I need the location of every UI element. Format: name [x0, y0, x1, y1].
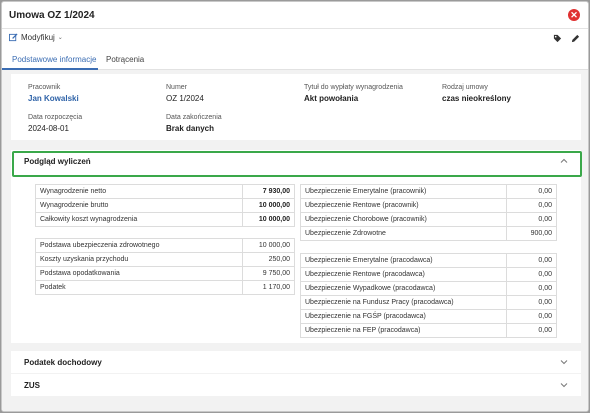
row-label: Ubezpieczenie na FEP (pracodawca): [300, 323, 507, 338]
table-row: Ubezpieczenie Chorobowe (pracownik) 0,00: [300, 212, 557, 227]
income-tax-section[interactable]: Podatek dochodowy: [11, 351, 581, 373]
table-row: Koszty uzyskania przychodu 250,00: [35, 252, 295, 267]
table-row: Wynagrodzenie brutto 10 000,00: [35, 198, 295, 213]
employee-label: Pracownik: [28, 84, 61, 91]
row-value: 9 750,00: [242, 266, 295, 281]
row-value: 1 170,00: [242, 280, 295, 295]
end-date-value: Brak danych: [166, 124, 215, 133]
row-label: Ubezpieczenie Zdrowotne: [300, 226, 507, 241]
tax-base-table: Podstawa ubezpieczenia zdrowotnego 10 00…: [35, 238, 295, 295]
row-label: Ubezpieczenie Wypadkowe (pracodawca): [300, 281, 507, 296]
employee-link[interactable]: Jan Kowalski: [28, 94, 79, 103]
chevron-down-icon: ⌄: [57, 35, 63, 41]
window-title: Umowa OZ 1/2024: [9, 10, 95, 21]
table-row: Ubezpieczenie na Fundusz Pracy (pracodaw…: [300, 295, 557, 310]
table-row: Ubezpieczenie Rentowe (pracownik) 0,00: [300, 198, 557, 213]
end-date-label: Data zakończenia: [166, 114, 222, 121]
number-label: Numer: [166, 84, 188, 91]
row-value: 0,00: [506, 295, 557, 310]
row-label: Całkowity koszt wynagrodzenia: [35, 212, 243, 227]
employee-contributions-table: Ubezpieczenie Emerytalne (pracownik) 0,0…: [300, 184, 557, 241]
tab-basic-info[interactable]: Podstawowe informacje: [12, 55, 96, 64]
salary-summary-table: Wynagrodzenie netto 7 930,00 Wynagrodzen…: [35, 184, 295, 227]
row-value: 250,00: [242, 252, 295, 267]
start-date-value: 2024-08-01: [28, 124, 69, 133]
contract-type-field: Rodzaj umowy czas nieokreślony: [442, 84, 511, 103]
table-row: Ubezpieczenie Emerytalne (pracodawca) 0,…: [300, 253, 557, 268]
employer-contributions-table: Ubezpieczenie Emerytalne (pracodawca) 0,…: [300, 253, 557, 338]
row-value: 0,00: [506, 184, 557, 199]
contract-info-card: Pracownik Jan Kowalski Numer OZ 1/2024 T…: [11, 74, 581, 140]
row-label: Ubezpieczenie na Fundusz Pracy (pracodaw…: [300, 295, 507, 310]
tab-bar: Podstawowe informacje Potrącenia: [2, 48, 588, 70]
pencil-icon[interactable]: [571, 34, 580, 43]
table-row: Podatek 1 170,00: [35, 280, 295, 295]
row-value: 0,00: [506, 198, 557, 213]
tag-icon[interactable]: [553, 34, 562, 43]
row-value: 0,00: [506, 267, 557, 282]
row-value: 10 000,00: [242, 198, 295, 213]
row-value: 0,00: [506, 253, 557, 268]
end-date-field: Data zakończenia Brak danych: [166, 114, 222, 133]
row-label: Wynagrodzenie netto: [35, 184, 243, 199]
table-row: Całkowity koszt wynagrodzenia 10 000,00: [35, 212, 295, 227]
row-value: 0,00: [506, 281, 557, 296]
title-bar: Umowa OZ 1/2024 ✕: [2, 2, 588, 29]
payout-title-label: Tytuł do wypłaty wynagrodzenia: [304, 84, 403, 91]
row-label: Ubezpieczenie Emerytalne (pracownik): [300, 184, 507, 199]
row-label: Ubezpieczenie Rentowe (pracownik): [300, 198, 507, 213]
close-icon[interactable]: ✕: [568, 9, 580, 21]
employee-field: Pracownik Jan Kowalski: [28, 84, 79, 103]
table-row: Ubezpieczenie Rentowe (pracodawca) 0,00: [300, 267, 557, 282]
row-value: 10 000,00: [242, 238, 295, 253]
row-label: Ubezpieczenie Emerytalne (pracodawca): [300, 253, 507, 268]
row-label: Ubezpieczenie Chorobowe (pracownik): [300, 212, 507, 227]
row-value: 0,00: [506, 323, 557, 338]
chevron-down-icon[interactable]: [560, 381, 568, 389]
section-focus-outline: [12, 151, 582, 177]
contract-window: Umowa OZ 1/2024 ✕ Modyfikuj ⌄ Podstawowe…: [1, 1, 589, 412]
table-row: Ubezpieczenie na FEP (pracodawca) 0,00: [300, 323, 557, 338]
income-tax-title: Podatek dochodowy: [24, 358, 102, 367]
modify-label: Modyfikuj: [21, 33, 55, 42]
table-row: Podstawa ubezpieczenia zdrowotnego 10 00…: [35, 238, 295, 253]
row-label: Podatek: [35, 280, 243, 295]
zus-title: ZUS: [24, 381, 40, 390]
table-row: Podstawa opodatkowania 9 750,00: [35, 266, 295, 281]
table-row: Ubezpieczenie Zdrowotne 900,00: [300, 226, 557, 241]
table-row: Ubezpieczenie na FGŚP (pracodawca) 0,00: [300, 309, 557, 324]
tab-deductions[interactable]: Potrącenia: [106, 55, 144, 64]
edit-icon: [9, 33, 18, 42]
row-value: 0,00: [506, 309, 557, 324]
payout-title-value: Akt powołania: [304, 94, 359, 103]
number-field: Numer OZ 1/2024: [166, 84, 204, 103]
contract-type-label: Rodzaj umowy: [442, 84, 488, 91]
start-date-label: Data rozpoczęcia: [28, 114, 83, 121]
row-label: Podstawa opodatkowania: [35, 266, 243, 281]
modify-button[interactable]: Modyfikuj ⌄: [9, 33, 63, 42]
calculation-preview-section: Podgląd wyliczeń Wynagrodzenie netto 7 9…: [11, 150, 581, 343]
table-row: Wynagrodzenie netto 7 930,00: [35, 184, 295, 199]
row-value: 10 000,00: [242, 212, 295, 227]
contract-type-value: czas nieokreślony: [442, 94, 511, 103]
table-row: Ubezpieczenie Wypadkowe (pracodawca) 0,0…: [300, 281, 557, 296]
chevron-down-icon[interactable]: [560, 358, 568, 366]
row-label: Podstawa ubezpieczenia zdrowotnego: [35, 238, 243, 253]
row-value: 0,00: [506, 212, 557, 227]
row-label: Ubezpieczenie Rentowe (pracodawca): [300, 267, 507, 282]
row-value: 900,00: [506, 226, 557, 241]
start-date-field: Data rozpoczęcia 2024-08-01: [28, 114, 82, 133]
zus-section[interactable]: ZUS: [11, 374, 581, 396]
row-label: Wynagrodzenie brutto: [35, 198, 243, 213]
table-row: Ubezpieczenie Emerytalne (pracownik) 0,0…: [300, 184, 557, 199]
toolbar: Modyfikuj ⌄: [2, 29, 588, 48]
row-value: 7 930,00: [242, 184, 295, 199]
payout-title-field: Tytuł do wypłaty wynagrodzenia Akt powoł…: [304, 84, 403, 103]
number-value: OZ 1/2024: [166, 94, 204, 103]
row-label: Koszty uzyskania przychodu: [35, 252, 243, 267]
main-content: Pracownik Jan Kowalski Numer OZ 1/2024 T…: [2, 70, 588, 411]
row-label: Ubezpieczenie na FGŚP (pracodawca): [300, 309, 507, 324]
